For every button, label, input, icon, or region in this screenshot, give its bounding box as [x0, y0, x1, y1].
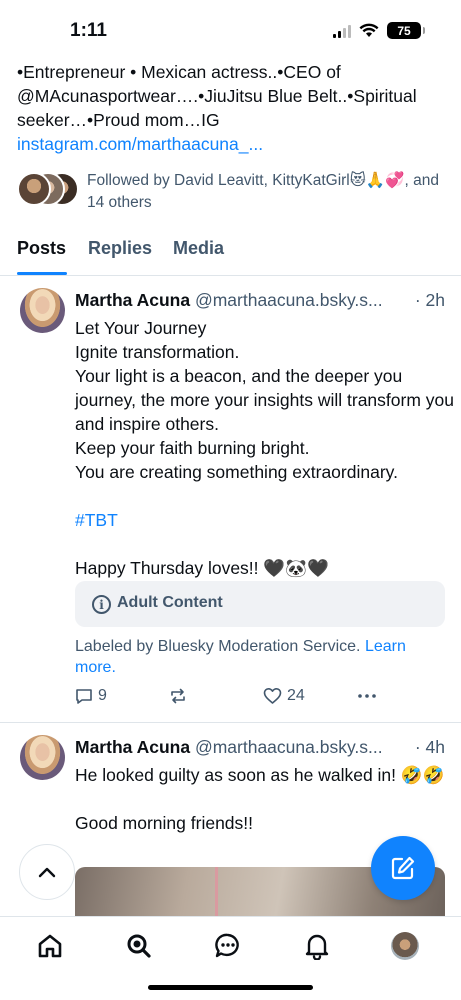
- post-handle[interactable]: @marthaacuna.bsky.s...: [195, 290, 383, 310]
- post-author[interactable]: Martha Acuna: [75, 290, 190, 310]
- post-line: [75, 532, 455, 556]
- nav-profile-avatar[interactable]: [391, 932, 419, 960]
- post-line: Let Your Journey: [75, 318, 207, 338]
- avatar: [17, 172, 51, 206]
- post-handle[interactable]: @marthaacuna.bsky.s...: [195, 737, 383, 757]
- profile-tabs: Posts Replies Media: [0, 230, 461, 276]
- heart-icon: [263, 688, 282, 704]
- repost-icon: [171, 688, 185, 704]
- label-note-text: Labeled by Bluesky Moderation Service.: [75, 638, 361, 655]
- chevron-up-icon: [38, 867, 56, 878]
- post-line: Good morning friends!!: [75, 813, 254, 833]
- battery-icon: 75: [387, 22, 425, 39]
- followed-by-text: Followed by David Leavitt, KittyKatGirl😻…: [87, 172, 439, 211]
- nav-home[interactable]: [35, 931, 65, 961]
- compose-post-button[interactable]: [371, 836, 435, 900]
- more-options-button[interactable]: [357, 687, 377, 705]
- post-header: Martha Acuna @marthaacuna.bsky.s... · 4h: [75, 737, 445, 758]
- moderation-label-note: Labeled by Bluesky Moderation Service. L…: [75, 636, 445, 678]
- bio-text: •Entrepreneur • Mexican actress..•CEO of…: [17, 62, 417, 130]
- wifi-icon: [359, 23, 379, 37]
- follower-avatars: [17, 172, 79, 206]
- tab-posts[interactable]: Posts: [17, 238, 66, 259]
- reply-icon: [76, 689, 92, 704]
- search-icon: [127, 934, 151, 958]
- nav-notifications[interactable]: [302, 931, 332, 961]
- reply-count: 9: [98, 687, 107, 704]
- post-header: Martha Acuna @marthaacuna.bsky.s... · 2h: [75, 290, 445, 311]
- content-warning-label: Adult Content: [117, 594, 223, 611]
- nav-chat[interactable]: [213, 931, 243, 961]
- avatar[interactable]: [20, 288, 65, 333]
- repost-button[interactable]: [169, 687, 187, 705]
- post-actions: 9 24: [75, 687, 445, 711]
- status-icons: 75: [333, 22, 425, 39]
- profile-bio: •Entrepreneur • Mexican actress..•CEO of…: [17, 60, 447, 156]
- tab-replies[interactable]: Replies: [88, 238, 152, 259]
- reply-button[interactable]: 9: [75, 687, 107, 705]
- bell-icon: [305, 934, 329, 960]
- post[interactable]: Martha Acuna @marthaacuna.bsky.s... · 2h…: [0, 277, 461, 723]
- hashtag-link[interactable]: #TBT: [75, 508, 455, 532]
- post-time: · 4h: [412, 737, 445, 758]
- compose-icon: [391, 856, 415, 880]
- avatar[interactable]: [20, 735, 65, 780]
- scroll-to-top-button[interactable]: [19, 844, 75, 900]
- content-warning-button[interactable]: i Adult Content: [75, 581, 445, 627]
- like-count: 24: [287, 687, 305, 704]
- post-line: Ignite transformation.: [75, 342, 240, 362]
- post-line: [75, 484, 455, 508]
- home-indicator: [148, 985, 313, 990]
- post-author[interactable]: Martha Acuna: [75, 737, 190, 757]
- followed-by[interactable]: Followed by David Leavitt, KittyKatGirl😻…: [17, 170, 447, 211]
- home-icon: [38, 934, 62, 958]
- post-text: Let Your Journey Ignite transformation. …: [75, 316, 455, 580]
- chat-icon: [215, 933, 239, 958]
- post-line: You are creating something extraordinary…: [75, 462, 398, 482]
- info-icon: i: [92, 595, 111, 614]
- post-line: [75, 787, 455, 811]
- post-line: Happy Thursday loves!! 🖤🐼🖤: [75, 558, 329, 578]
- tab-indicator: [17, 272, 67, 275]
- more-icon: [358, 694, 376, 698]
- post-time: · 2h: [412, 290, 445, 311]
- post-line: Keep your faith burning bright.: [75, 438, 310, 458]
- status-time: 1:11: [70, 20, 107, 41]
- post-line: He looked guilty as soon as he walked in…: [75, 765, 445, 785]
- post-text: He looked guilty as soon as he walked in…: [75, 763, 455, 835]
- tab-media[interactable]: Media: [173, 238, 224, 259]
- like-button[interactable]: 24: [263, 687, 305, 705]
- post-line: Your light is a beacon, and the deeper y…: [75, 366, 454, 434]
- status-bar: 1:11 75: [0, 0, 461, 62]
- nav-search[interactable]: [124, 931, 154, 961]
- cellular-signal-icon: [333, 24, 351, 38]
- bio-link[interactable]: instagram.com/marthaacuna_...: [17, 132, 447, 156]
